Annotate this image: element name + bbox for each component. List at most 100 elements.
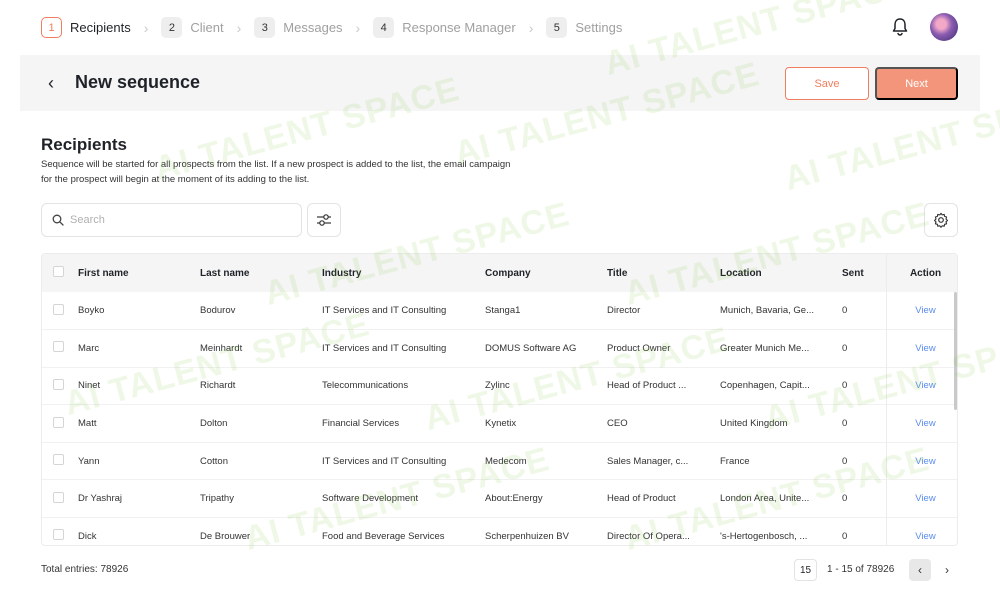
cell-industry: Telecommunications xyxy=(322,380,409,392)
cell-company: Medecom xyxy=(485,455,527,467)
step-recipients[interactable]: 1 Recipients xyxy=(41,17,131,38)
table-row: Dick De Brouwer Food and Beverage Servic… xyxy=(42,518,957,545)
avatar[interactable] xyxy=(930,13,958,41)
step-number: 3 xyxy=(254,17,276,38)
view-link[interactable]: View xyxy=(915,380,935,391)
cell-industry: IT Services and IT Consulting xyxy=(322,455,447,467)
cell-industry: IT Services and IT Consulting xyxy=(322,342,447,354)
step-client[interactable]: 2 Client xyxy=(161,17,224,38)
filter-sliders-icon xyxy=(317,214,331,226)
cell-title: CEO xyxy=(607,418,628,430)
cell-sent: 0 xyxy=(842,305,848,317)
step-label: Messages xyxy=(283,20,343,35)
save-button[interactable]: Save xyxy=(785,67,869,100)
page-title: New sequence xyxy=(75,72,201,92)
table-row: Matt Dolton Financial Services Kynetix C… xyxy=(42,405,957,443)
total-entries: Total entries: 78926 xyxy=(41,564,129,575)
cell-last-name: Bodurov xyxy=(200,305,236,317)
cell-industry: Financial Services xyxy=(322,418,400,430)
cell-last-name: Dolton xyxy=(200,418,228,430)
step-number: 5 xyxy=(546,17,568,38)
cell-first-name: Ninet xyxy=(78,380,101,392)
cell-last-name: Cotton xyxy=(200,455,228,467)
column-header[interactable]: Last name xyxy=(200,254,322,292)
chevron-right-icon: › xyxy=(143,19,149,36)
view-link[interactable]: View xyxy=(915,493,935,504)
table-row: Marc Meinhardt IT Services and IT Consul… xyxy=(42,330,957,368)
row-checkbox[interactable] xyxy=(53,491,64,503)
page-size-select[interactable]: 15 xyxy=(794,559,817,581)
table-row: Yann Cotton IT Services and IT Consultin… xyxy=(42,442,957,480)
section-description: Sequence will be started for all prospec… xyxy=(41,159,511,185)
cell-title: Head of Product ... xyxy=(607,380,687,392)
step-label: Client xyxy=(190,20,224,35)
cell-sent: 0 xyxy=(842,455,848,467)
column-header: Action xyxy=(909,267,942,279)
table-row: Dr Yashraj Tripathy Software Development… xyxy=(42,480,957,518)
step-label: Settings xyxy=(575,20,623,35)
search-icon xyxy=(52,214,64,226)
column-header[interactable]: Title xyxy=(607,254,720,292)
step-number: 4 xyxy=(373,17,395,38)
table-scrollbar[interactable] xyxy=(954,292,957,410)
step-response-manager[interactable]: 4 Response Manager xyxy=(373,17,516,38)
view-link[interactable]: View xyxy=(915,531,935,542)
column-header[interactable]: Industry xyxy=(322,254,485,292)
search-input[interactable] xyxy=(70,214,290,226)
row-checkbox[interactable] xyxy=(53,378,64,390)
cell-title: Director Of Opera... xyxy=(607,530,690,542)
column-header[interactable]: First name xyxy=(78,254,200,292)
column-header[interactable]: Company xyxy=(485,254,607,292)
row-checkbox[interactable] xyxy=(53,341,64,353)
cell-location: France xyxy=(720,455,750,467)
table-row: Boyko Bodurov IT Services and IT Consult… xyxy=(42,292,957,330)
cell-location: Munich, Bavaria, Ge... xyxy=(720,305,814,317)
cell-first-name: Marc xyxy=(78,342,100,354)
cell-first-name: Yann xyxy=(78,455,100,467)
back-arrow-icon[interactable]: ‹ xyxy=(48,73,54,94)
section-title: Recipients xyxy=(41,135,127,154)
cell-company: Zylinc xyxy=(485,380,510,392)
cell-location: Copenhagen, Capit... xyxy=(720,380,810,392)
cell-first-name: Matt xyxy=(78,418,97,430)
pagination-range: 1 - 15 of 78926 xyxy=(827,564,895,575)
row-checkbox[interactable] xyxy=(53,303,64,315)
cell-industry: Software Development xyxy=(322,493,419,505)
cell-location: 's-Hertogenbosch, ... xyxy=(720,530,808,542)
step-messages[interactable]: 3 Messages xyxy=(254,17,343,38)
cell-first-name: Dr Yashraj xyxy=(78,493,122,505)
step-label: Recipients xyxy=(70,20,131,35)
cell-location: London Area, Unite... xyxy=(720,493,810,505)
column-header[interactable]: Sent xyxy=(842,254,892,292)
cell-location: Greater Munich Me... xyxy=(720,342,810,354)
next-button[interactable]: Next xyxy=(875,67,958,100)
step-number: 1 xyxy=(41,17,62,38)
step-settings[interactable]: 5 Settings xyxy=(546,17,622,38)
view-link[interactable]: View xyxy=(915,456,935,467)
cell-last-name: Tripathy xyxy=(200,493,234,505)
cell-company: About:Energy xyxy=(485,493,543,505)
next-page-button[interactable]: › xyxy=(936,559,958,581)
filter-button[interactable] xyxy=(307,203,341,237)
row-checkbox[interactable] xyxy=(53,454,64,466)
view-link[interactable]: View xyxy=(915,418,935,429)
gear-icon xyxy=(933,212,949,228)
cell-company: Scherpenhuizen BV xyxy=(485,530,569,542)
view-link[interactable]: View xyxy=(915,305,935,316)
column-header[interactable]: Location xyxy=(720,254,842,292)
chevron-right-icon: › xyxy=(236,19,242,36)
select-all-checkbox[interactable] xyxy=(53,266,64,277)
cell-sent: 0 xyxy=(842,380,848,392)
view-link[interactable]: View xyxy=(915,343,935,354)
row-checkbox[interactable] xyxy=(53,529,64,541)
bell-icon[interactable] xyxy=(891,17,909,37)
action-column-divider xyxy=(886,254,887,545)
cell-last-name: Richardt xyxy=(200,380,236,392)
recipients-table: First name Last name Industry Company Ti… xyxy=(41,253,958,546)
table-settings-button[interactable] xyxy=(924,203,958,237)
prev-page-button[interactable]: ‹ xyxy=(909,559,931,581)
cell-sent: 0 xyxy=(842,530,848,542)
cell-sent: 0 xyxy=(842,418,848,430)
cell-title: Director xyxy=(607,305,641,317)
row-checkbox[interactable] xyxy=(53,416,64,428)
